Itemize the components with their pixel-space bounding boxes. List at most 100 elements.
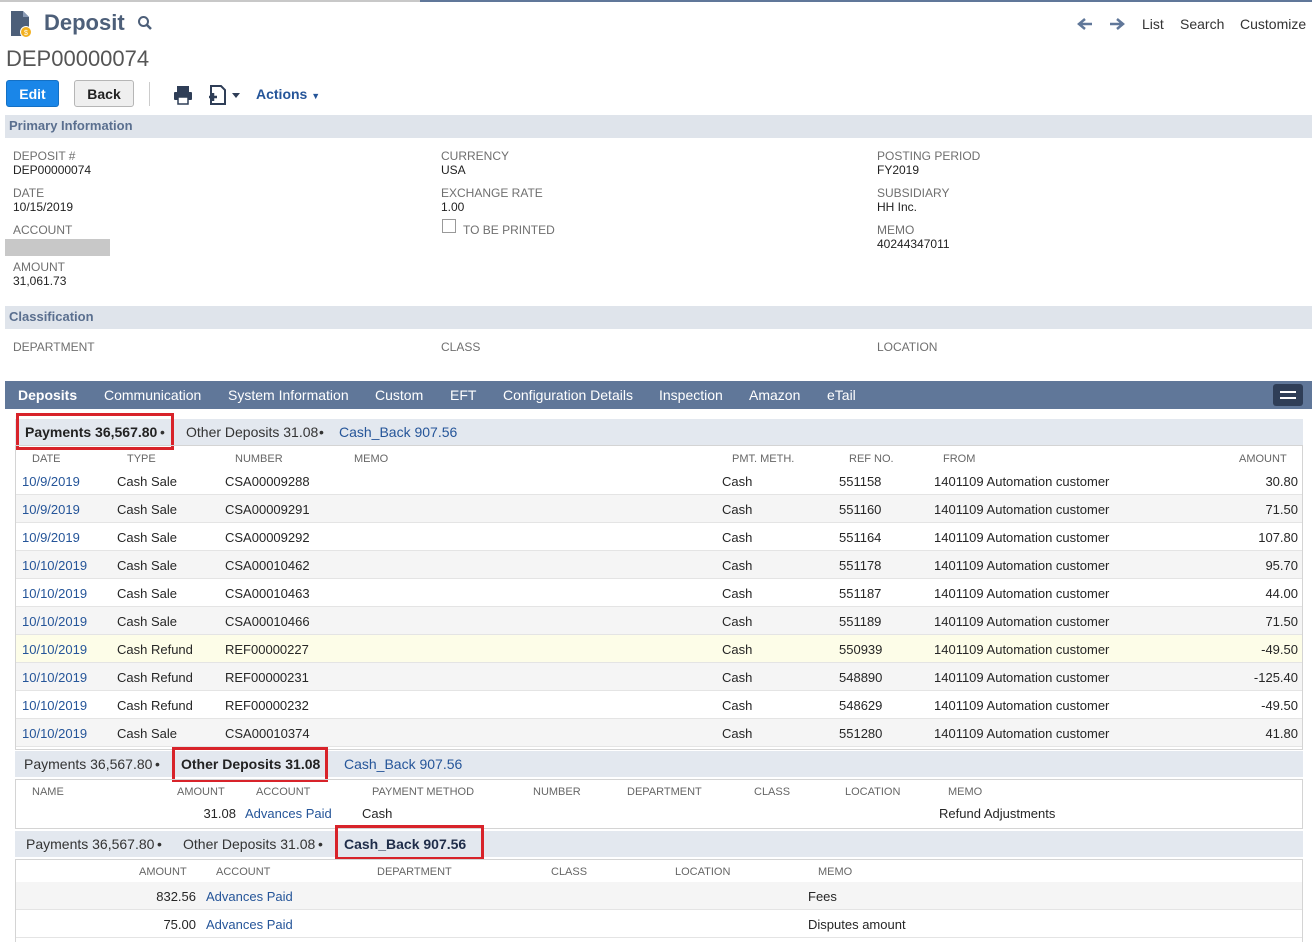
tab-inspection[interactable]: Inspection (659, 387, 723, 403)
column-header[interactable]: NAME (32, 786, 64, 798)
search-link[interactable]: Search (1180, 16, 1224, 32)
table-row[interactable]: 10/10/2019 Cash Sale CSA00010462 Cash 551178… (16, 551, 1302, 579)
column-header[interactable]: PMT. METH. (732, 453, 794, 465)
column-header[interactable]: NUMBER (533, 786, 581, 798)
from-cell: 1401109 Automation customer (934, 558, 1110, 573)
amount-label: AMOUNT (13, 260, 65, 274)
column-header[interactable]: ACCOUNT (256, 786, 310, 798)
table-row[interactable]: 10/10/2019 Cash Sale CSA00010463 Cash 551187… (16, 579, 1302, 607)
back-button[interactable]: Back (74, 80, 134, 107)
type-cell: Cash Refund (117, 642, 193, 657)
subtab-cash-back[interactable]: Cash_Back 907.56 (344, 756, 462, 772)
edit-button[interactable]: Edit (6, 80, 59, 107)
type-cell: Cash Refund (117, 670, 193, 685)
table-row[interactable]: 832.56 Advances Paid Fees (16, 882, 1302, 910)
list-link[interactable]: List (1142, 16, 1164, 32)
column-header[interactable]: CLASS (754, 786, 790, 798)
date-link[interactable]: 10/10/2019 (22, 614, 87, 629)
table-row[interactable]: 10/9/2019 Cash Sale CSA00009291 Cash 551160 1… (16, 495, 1302, 523)
subtab-other-deposits[interactable]: Other Deposits 31.08 (186, 424, 318, 440)
column-header[interactable]: MEMO (354, 453, 388, 465)
column-header[interactable]: CLASS (551, 866, 587, 878)
date-link[interactable]: 10/10/2019 (22, 670, 87, 685)
column-header[interactable]: PAYMENT METHOD (372, 786, 474, 798)
column-header[interactable]: FROM (943, 453, 975, 465)
account-link[interactable]: Advances Paid (206, 889, 293, 904)
amount-cell: 44.00 (1265, 586, 1298, 601)
toolbar-divider (149, 82, 150, 106)
table-row[interactable]: 10/10/2019 Cash Refund REF00000232 Cash 5486… (16, 691, 1302, 719)
date-link[interactable]: 10/10/2019 (22, 558, 87, 573)
column-header[interactable]: TYPE (127, 453, 156, 465)
column-header[interactable]: LOCATION (845, 786, 900, 798)
column-header[interactable]: REF NO. (849, 453, 894, 465)
tab-layout-toggle-icon[interactable] (1273, 384, 1303, 406)
customize-link[interactable]: Customize (1240, 16, 1306, 32)
subtab-payments[interactable]: Payments 36,567.80 (26, 836, 154, 852)
column-header[interactable]: AMOUNT (1239, 453, 1287, 465)
from-cell: 1401109 Automation customer (934, 670, 1110, 685)
date-link[interactable]: 10/10/2019 (22, 698, 87, 713)
exchange-rate-value: 1.00 (441, 200, 465, 214)
column-header[interactable]: DEPARTMENT (377, 866, 452, 878)
table-row[interactable]: 10/10/2019 Cash Sale CSA00010374 Cash 551280… (16, 719, 1302, 747)
payment-method-cell: Cash (722, 474, 753, 489)
column-header[interactable]: DEPARTMENT (627, 786, 702, 798)
table-row[interactable]: 31.08 Advances Paid Cash Refund Adjustme… (16, 802, 1302, 828)
tab-eft[interactable]: EFT (450, 387, 476, 403)
date-link[interactable]: 10/10/2019 (22, 726, 87, 741)
deposit-number-label: DEPOSIT # (13, 149, 76, 163)
column-header[interactable]: MEMO (948, 786, 982, 798)
subtab-cash-back[interactable]: Cash_Back 907.56 (339, 424, 457, 440)
subtab-bullet: • (155, 756, 160, 772)
table-row[interactable]: 10/9/2019 Cash Sale CSA00009288 Cash 551158 1… (16, 467, 1302, 495)
to-be-printed-checkbox[interactable] (442, 219, 456, 233)
search-icon[interactable] (137, 15, 153, 31)
classification-header[interactable]: Classification (5, 306, 1312, 329)
date-link[interactable]: 10/9/2019 (22, 502, 80, 517)
account-link[interactable]: Advances Paid (206, 917, 293, 932)
subsidiary-value: HH Inc. (877, 200, 918, 214)
primary-info-header[interactable]: Primary Information (5, 115, 1312, 138)
print-icon[interactable] (172, 84, 194, 106)
column-header[interactable]: AMOUNT (177, 786, 225, 798)
previous-record-icon[interactable] (1076, 15, 1094, 33)
type-cell: Cash Sale (117, 474, 177, 489)
deposit-record-icon: $ (11, 11, 32, 38)
tab-amazon[interactable]: Amazon (749, 387, 800, 403)
tab-communication[interactable]: Communication (104, 387, 201, 403)
column-header[interactable]: ACCOUNT (216, 866, 270, 878)
account-link[interactable]: Advances Paid (245, 806, 332, 821)
table-row[interactable]: 10/9/2019 Cash Sale CSA00009292 Cash 551164 1… (16, 523, 1302, 551)
date-link[interactable]: 10/10/2019 (22, 642, 87, 657)
date-link[interactable]: 10/9/2019 (22, 474, 80, 489)
table-row[interactable]: 75.00 Advances Paid Disputes amount (16, 910, 1302, 938)
column-header[interactable]: NUMBER (235, 453, 283, 465)
payment-method-cell: Cash (722, 502, 753, 517)
subtab-other-deposits[interactable]: Other Deposits 31.08 (183, 836, 315, 852)
payments-grid: DATE TYPE NUMBER MEMO PMT. METH. REF NO.… (15, 445, 1303, 750)
tab-system-information[interactable]: System Information (228, 387, 349, 403)
number-cell: REF00000232 (225, 698, 309, 713)
table-row[interactable]: 10/10/2019 Cash Refund REF00000231 Cash 5488… (16, 663, 1302, 691)
new-document-dropdown-icon[interactable] (206, 84, 242, 106)
memo-cell: Disputes amount (808, 917, 906, 932)
tab-custom[interactable]: Custom (375, 387, 423, 403)
tab-etail[interactable]: eTail (827, 387, 856, 403)
next-record-icon[interactable] (1108, 15, 1126, 33)
subtab-payments[interactable]: Payments 36,567.80 (24, 756, 152, 772)
table-row[interactable]: 10/10/2019 Cash Refund REF00000227 Cash 5509… (16, 635, 1302, 663)
date-link[interactable]: 10/10/2019 (22, 586, 87, 601)
payment-method-cell: Cash (722, 558, 753, 573)
date-link[interactable]: 10/9/2019 (22, 530, 80, 545)
date-label: DATE (13, 186, 45, 200)
tab-deposits[interactable]: Deposits (18, 387, 77, 403)
column-header[interactable]: DATE (32, 453, 61, 465)
column-header[interactable]: LOCATION (675, 866, 730, 878)
column-header[interactable]: MEMO (818, 866, 852, 878)
column-header[interactable]: AMOUNT (139, 866, 187, 878)
subtab-bullet: • (318, 836, 323, 852)
actions-menu[interactable]: Actions ▼ (256, 86, 320, 102)
table-row[interactable]: 10/10/2019 Cash Sale CSA00010466 Cash 551189… (16, 607, 1302, 635)
tab-configuration-details[interactable]: Configuration Details (503, 387, 633, 403)
